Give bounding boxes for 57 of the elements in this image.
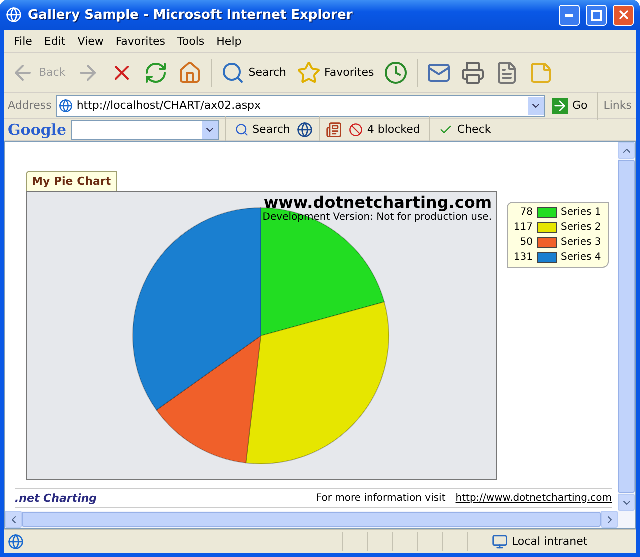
note-icon <box>529 60 554 84</box>
links-label[interactable]: Links <box>604 99 632 112</box>
close-icon <box>616 8 630 22</box>
zone-label: Local intranet <box>512 535 589 548</box>
legend-label: Series 1 <box>561 207 602 218</box>
legend-label: Series 2 <box>561 222 602 233</box>
scroll-right-button[interactable] <box>601 511 618 528</box>
network-icon <box>492 534 508 550</box>
footer-link[interactable]: http://www.dotnetcharting.com <box>456 492 612 504</box>
minimize-button[interactable] <box>559 4 580 26</box>
menu-item[interactable]: Tools <box>172 34 211 48</box>
go-button[interactable]: Go <box>549 96 591 116</box>
legend-value: 131 <box>512 252 533 263</box>
globe-icon[interactable] <box>297 122 314 138</box>
google-search-button[interactable]: Search <box>232 120 294 138</box>
legend-value: 117 <box>512 222 533 233</box>
menu-item[interactable]: Edit <box>38 34 72 48</box>
favorites-button[interactable]: Favorites <box>294 58 378 86</box>
printer-icon <box>461 60 486 84</box>
search-icon <box>220 60 245 84</box>
close-button[interactable] <box>613 4 634 26</box>
legend-label: Series 3 <box>561 237 602 248</box>
menu-item[interactable]: File <box>8 34 38 48</box>
legend-value: 78 <box>519 207 533 218</box>
star-icon <box>296 60 321 84</box>
maximize-button[interactable] <box>586 4 607 26</box>
refresh-icon <box>144 60 168 84</box>
chart-brand: www.dotnetcharting.com <box>264 193 492 212</box>
house-icon <box>178 60 202 84</box>
search-button[interactable]: Search <box>218 58 290 86</box>
scroll-down-button[interactable] <box>618 494 635 511</box>
popup-blocker-button[interactable]: 4 blocked <box>346 120 424 138</box>
address-field[interactable]: http://localhost/CHART/ax02.aspx <box>56 94 546 116</box>
menu-item[interactable]: Favorites <box>110 34 172 48</box>
news-icon[interactable] <box>326 122 342 138</box>
page-icon <box>8 534 24 550</box>
arrow-right-icon <box>552 98 568 114</box>
footer-logo: .net Charting <box>15 492 98 504</box>
window-title: Gallery Sample - Microsoft Internet Explorer <box>28 8 354 22</box>
page-icon <box>58 98 73 112</box>
menu-item[interactable]: View <box>72 34 110 48</box>
clock-icon <box>384 60 408 84</box>
scroll-left-button[interactable] <box>5 511 22 528</box>
menu-item[interactable]: Help <box>210 34 248 48</box>
browser-icon <box>6 7 22 23</box>
address-label: Address <box>8 99 52 112</box>
footer-text: For more information visit <box>316 492 446 504</box>
search-icon <box>234 122 249 136</box>
blocked-icon <box>349 122 364 136</box>
legend-value: 50 <box>519 237 533 248</box>
google-logo[interactable]: Google <box>8 120 67 138</box>
minimize-icon <box>565 14 574 16</box>
scroll-up-button[interactable] <box>618 142 635 159</box>
spell-check-button[interactable]: Check <box>436 120 494 138</box>
maximize-icon <box>591 10 602 20</box>
google-search-field[interactable] <box>70 120 219 140</box>
legend-label: Series 4 <box>561 252 602 263</box>
